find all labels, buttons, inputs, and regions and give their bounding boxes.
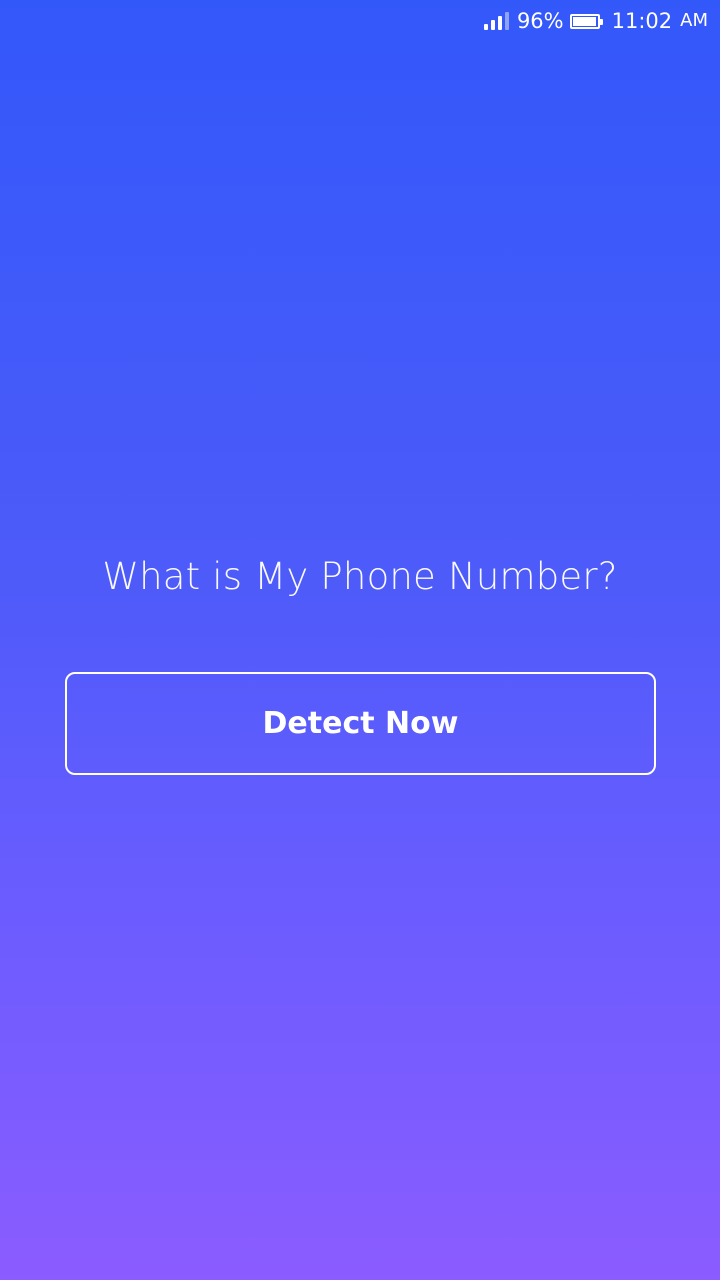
battery-percent: 96% [516, 9, 564, 33]
status-bar: 96% 11:02 AM [0, 0, 720, 42]
battery-icon [569, 13, 603, 29]
status-indicators: 96% 11:02 AM [483, 7, 708, 35]
clock-ampm: AM [680, 10, 708, 31]
clock-time: 11:02 [611, 9, 673, 33]
battery-fill [572, 16, 596, 26]
detect-now-button[interactable]: Detect Now [65, 672, 656, 775]
page-title: What is My Phone Number? [102, 555, 618, 598]
signal-bars-icon [483, 12, 509, 30]
